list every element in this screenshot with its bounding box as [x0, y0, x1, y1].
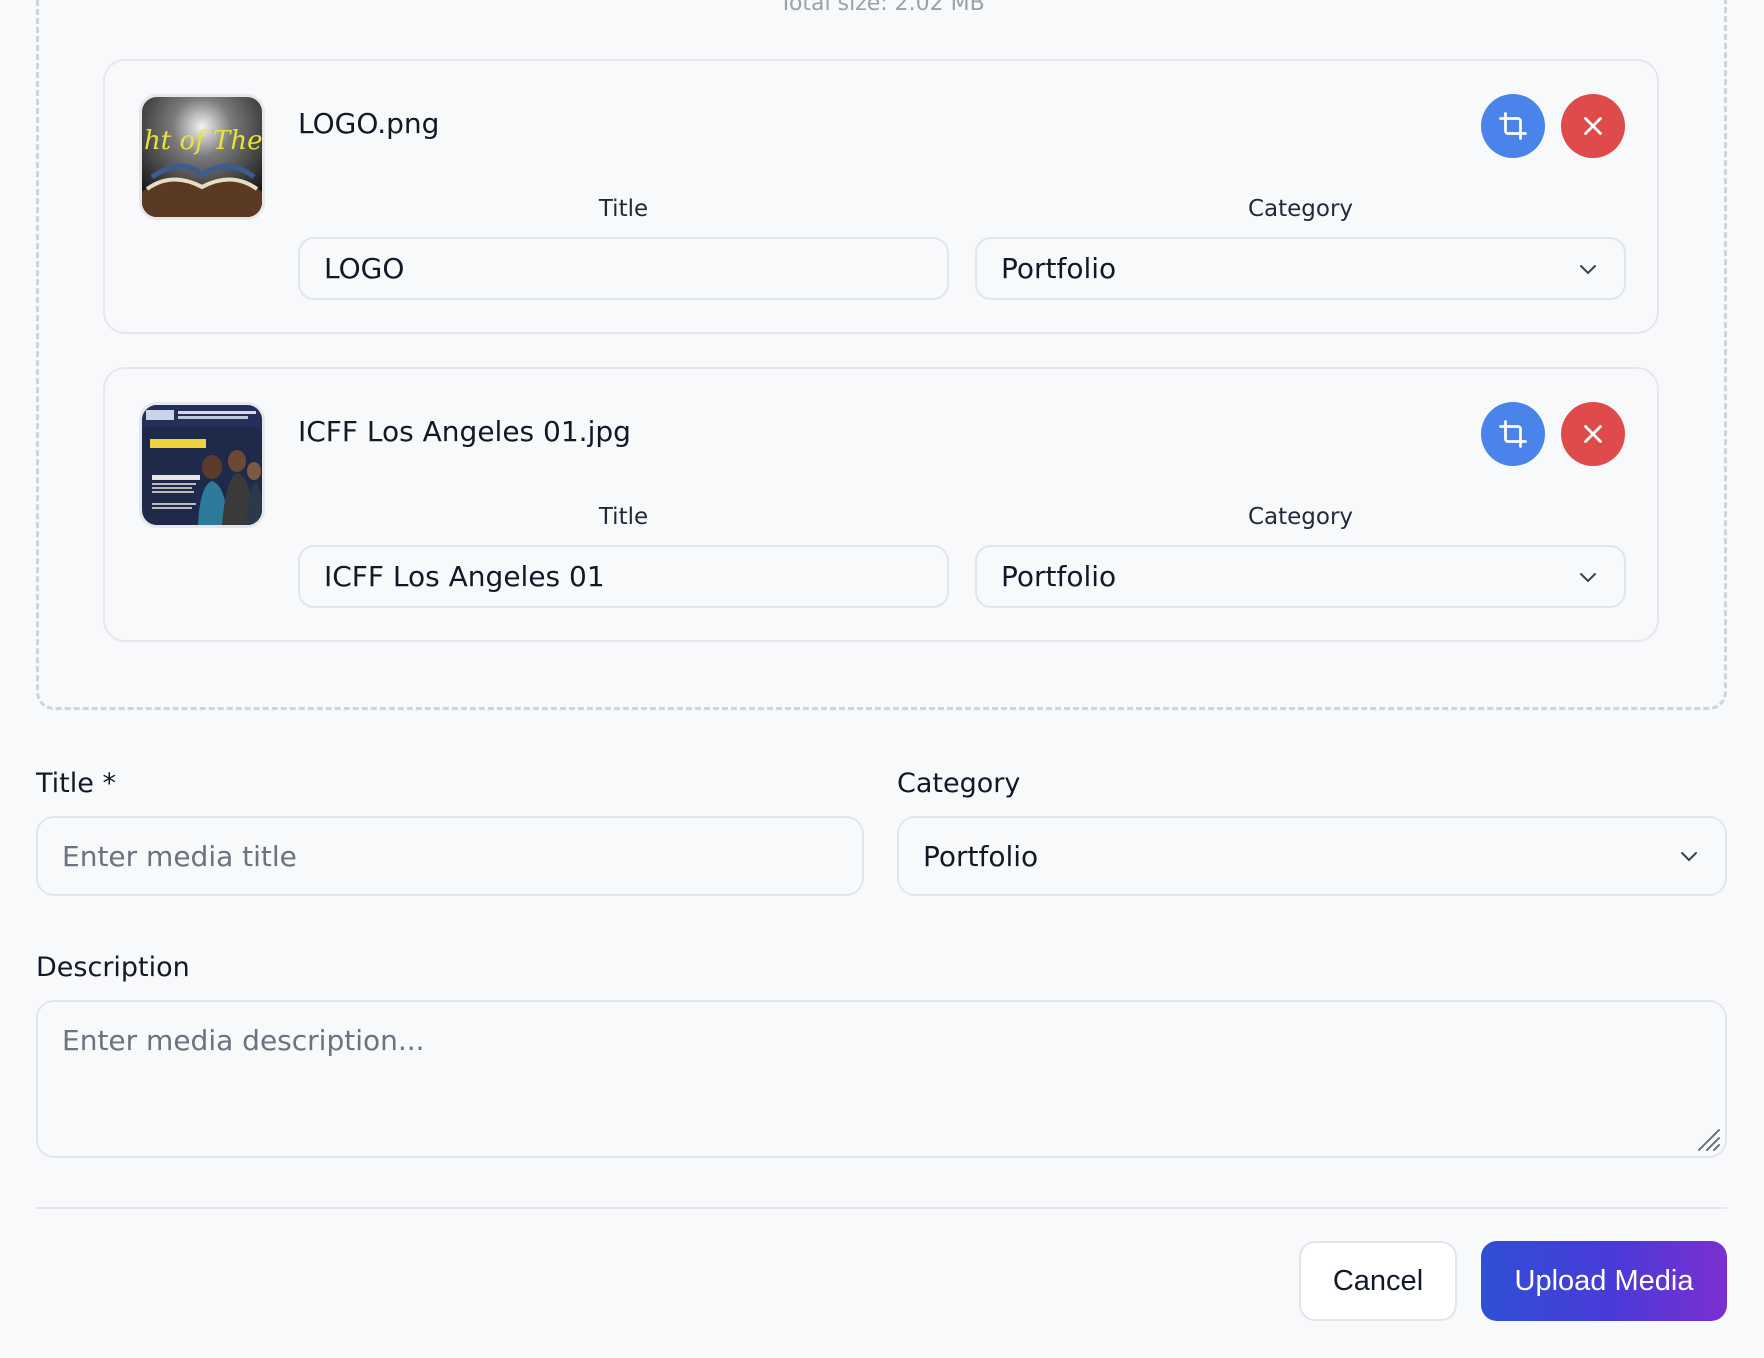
media-description-placeholder: Enter media description... [62, 1024, 425, 1057]
file-title-input[interactable]: LOGO [298, 237, 949, 300]
file-category-select[interactable]: Portfolio [975, 237, 1626, 300]
chevron-down-icon [1681, 852, 1697, 862]
file-thumbnail [139, 402, 265, 528]
file-category-value: Portfolio [1001, 252, 1117, 285]
media-title-input[interactable]: Enter media title [36, 816, 864, 896]
file-title-value: ICFF Los Angeles 01 [324, 560, 605, 593]
remove-file-button[interactable] [1561, 402, 1625, 466]
title-label: Title [598, 504, 649, 530]
crop-icon [1499, 112, 1527, 140]
title-field-label: Title * [36, 768, 116, 799]
file-card-icff: ICFF Los Angeles 01.jpg Title Category I… [103, 367, 1659, 642]
svg-text:ht of The W: ht of The W [144, 126, 262, 156]
file-name: LOGO.png [298, 107, 440, 140]
media-title-placeholder: Enter media title [62, 839, 297, 873]
poster-thumbnail-image [142, 405, 262, 525]
cancel-button[interactable]: Cancel [1299, 1241, 1457, 1321]
chevron-down-icon [1580, 572, 1596, 582]
crop-button[interactable] [1481, 402, 1545, 466]
category-field-label: Category [897, 768, 1021, 799]
file-thumbnail: ht of The W [139, 94, 265, 220]
file-category-value: Portfolio [1001, 560, 1117, 593]
crop-icon [1499, 420, 1527, 448]
footer-divider [36, 1207, 1727, 1209]
remove-file-button[interactable] [1561, 94, 1625, 158]
crop-button[interactable] [1481, 94, 1545, 158]
upload-media-button[interactable]: Upload Media [1481, 1241, 1727, 1321]
close-icon [1584, 117, 1602, 135]
file-title-value: LOGO [324, 252, 405, 285]
file-name: ICFF Los Angeles 01.jpg [298, 415, 631, 448]
file-title-input[interactable]: ICFF Los Angeles 01 [298, 545, 949, 608]
category-label: Category [1247, 504, 1354, 530]
media-category-select[interactable]: Portfolio [897, 816, 1727, 896]
title-label: Title [598, 196, 649, 222]
close-icon [1584, 425, 1602, 443]
resize-handle-icon[interactable] [1695, 1126, 1721, 1152]
media-category-value: Portfolio [923, 839, 1039, 873]
media-description-textarea[interactable]: Enter media description... [36, 1000, 1727, 1158]
upload-media-page: Total size: 2.02 MB ht of The W LOGO.p [0, 0, 1764, 1358]
description-field-label: Description [36, 952, 190, 983]
file-card-logo: ht of The W LOGO.png Title Category LOGO… [103, 59, 1659, 334]
chevron-down-icon [1580, 264, 1596, 274]
category-label: Category [1247, 196, 1354, 222]
logo-thumbnail-image: ht of The W [142, 97, 262, 217]
file-category-select[interactable]: Portfolio [975, 545, 1626, 608]
